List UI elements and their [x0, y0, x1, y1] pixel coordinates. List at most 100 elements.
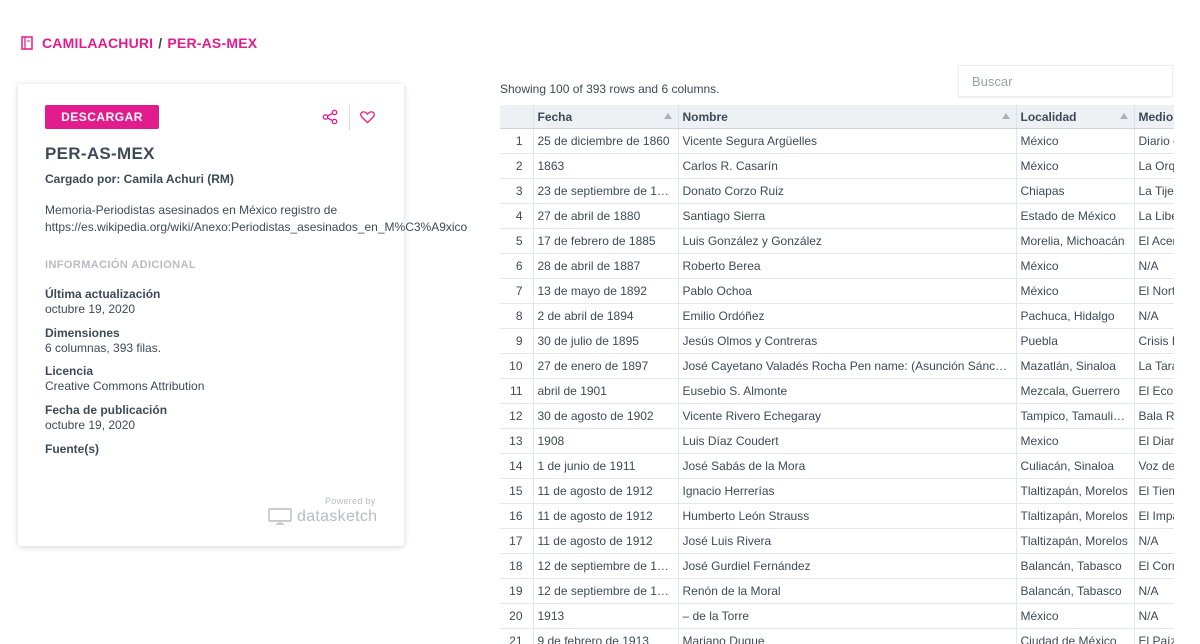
data-table: Fecha Nombre Localidad Medio 1 25 de dici… [500, 105, 1174, 644]
sort-icon[interactable] [663, 113, 672, 119]
cell-medio: La Orqu [1134, 153, 1174, 179]
table-row[interactable]: 17 11 de agosto de 1912 José Luis Rivera Tl… [500, 528, 1174, 554]
cell-fecha: 12 de septiembre de 19... [533, 553, 679, 579]
cell-index: 13 [500, 428, 534, 454]
cell-medio: El Tiem [1134, 478, 1174, 504]
cell-localidad: Estado de México [1016, 203, 1135, 229]
cell-index: 20 [500, 603, 534, 629]
cell-fecha: 11 de agosto de 1912 [533, 503, 679, 529]
table-row[interactable]: 11 abril de 1901 Eusebio S. Almonte Mezcala… [500, 378, 1174, 404]
cell-medio: N/A [1134, 303, 1174, 329]
book-icon [21, 36, 33, 50]
table-row[interactable]: 12 30 de agosto de 1902 Vicente Rivero Ech… [500, 403, 1174, 429]
table-row[interactable]: 18 12 de septiembre de 19... José Gurdiel … [500, 553, 1174, 579]
cell-fecha: 13 de mayo de 1892 [533, 278, 679, 304]
heart-icon[interactable] [360, 110, 375, 124]
cell-localidad: Ciudad de México [1016, 628, 1135, 644]
dataset-link[interactable]: PER-AS-MEX [167, 35, 257, 51]
cell-medio: Bala Ra [1134, 403, 1174, 429]
meta-value: Creative Commons Attribution [45, 379, 205, 393]
cell-fecha: abril de 1901 [533, 378, 679, 404]
cell-index: 19 [500, 578, 534, 604]
cell-fecha: 27 de abril de 1880 [533, 203, 679, 229]
meta-dimensions: Dimensiones 6 columnas, 393 filas. [45, 326, 161, 356]
cell-nombre: José Cayetano Valadés Rocha Pen name: (A… [678, 353, 1017, 379]
cell-medio: El Corr [1134, 553, 1174, 579]
table-row[interactable]: 15 11 de agosto de 1912 Ignacio Herrerías T… [500, 478, 1174, 504]
meta-published: Fecha de publicación octubre 19, 2020 [45, 403, 167, 433]
cell-index: 16 [500, 503, 534, 529]
description-url[interactable]: https://es.wikipedia.org/wiki/Anexo:Peri… [45, 219, 485, 236]
cell-nombre: Luis Díaz Coudert [678, 428, 1017, 454]
cell-nombre: Mariano Duque [678, 628, 1017, 644]
table-row[interactable]: 16 11 de agosto de 1912 Humberto León Stra… [500, 503, 1174, 529]
table-row[interactable]: 21863Carlos R. CasarínMéxicoLa Orqu [500, 153, 1174, 179]
table-row[interactable]: 19 12 de septiembre de 19... Renón de la M… [500, 578, 1174, 604]
cell-localidad: Mezcala, Guerrero [1016, 378, 1135, 404]
table-row[interactable]: 6 28 de abril de 1887 Roberto Berea México N… [500, 253, 1174, 279]
col-header-index [500, 105, 534, 129]
table-row[interactable]: 21 9 de febrero de 1913 Mariano Duque Ciuda… [500, 628, 1174, 644]
cell-medio: El Diari [1134, 428, 1174, 454]
cell-nombre: Renón de la Moral [678, 578, 1017, 604]
download-button[interactable]: DESCARGAR [45, 105, 159, 129]
cell-medio: Voz de [1134, 453, 1174, 479]
cell-index: 14 [500, 453, 534, 479]
cell-localidad: México [1016, 253, 1135, 279]
cell-localidad: Morelia, Michoacán [1016, 228, 1135, 254]
cell-medio: N/A [1134, 578, 1174, 604]
cell-nombre: José Sabás de la Mora [678, 453, 1017, 479]
table-row[interactable]: 13 1908 Luis Díaz Coudert Mexico El Diari [500, 428, 1174, 454]
cell-localidad: Chiapas [1016, 178, 1135, 204]
col-header-fecha[interactable]: Fecha [533, 105, 679, 129]
icon-divider [349, 104, 350, 130]
breadcrumb: CAMILAACHURI / PER-AS-MEX [20, 35, 257, 51]
table-row[interactable]: 7 13 de mayo de 1892 Pablo Ochoa México El N… [500, 278, 1174, 304]
cell-index: 5 [500, 228, 534, 254]
col-header-localidad[interactable]: Localidad [1016, 105, 1135, 129]
cell-nombre: Santiago Sierra [678, 203, 1017, 229]
cell-fecha: 9 de febrero de 1913 [533, 628, 679, 644]
datasketch-logo[interactable]: datasketch [268, 508, 377, 526]
cell-index: 18 [500, 553, 534, 579]
meta-label: Dimensiones [45, 326, 120, 340]
table-row[interactable]: 14 1 de junio de 1911 José Sabás de la Mor… [500, 453, 1174, 479]
meta-label: Fuente(s) [45, 442, 99, 456]
sort-icon[interactable] [1119, 113, 1128, 119]
col-header-nombre[interactable]: Nombre [678, 105, 1017, 129]
col-header-medio[interactable]: Medio [1134, 105, 1174, 129]
table-row[interactable]: 1 25 de diciembre de 1860 Vicente Segura A… [500, 128, 1174, 154]
share-icon[interactable] [322, 109, 338, 125]
table-row[interactable]: 82 de abril de 1894 Emilio Ordóñez Pachuca… [500, 303, 1174, 329]
cell-medio: La Tará [1134, 353, 1174, 379]
cell-medio: Diario d [1134, 128, 1174, 154]
meta-last-updated: Última actualización octubre 19, 2020 [45, 287, 160, 317]
owner-link[interactable]: CAMILAACHURI [42, 35, 153, 51]
cell-localidad: Culiacán, Sinaloa [1016, 453, 1135, 479]
cell-nombre: José Luis Rivera [678, 528, 1017, 554]
search-input[interactable] [958, 65, 1173, 97]
sort-icon[interactable] [1001, 113, 1010, 119]
cell-localidad: Balancán, Tabasco [1016, 578, 1135, 604]
table-header-row: Fecha Nombre Localidad Medio [500, 105, 1174, 129]
cell-localidad: Balancán, Tabasco [1016, 553, 1135, 579]
meta-label: Licencia [45, 364, 94, 378]
cell-localidad: Mexico [1016, 428, 1135, 454]
meta-label: Última actualización [45, 287, 161, 301]
cell-medio: El Paíz [1134, 628, 1174, 644]
table-row[interactable]: 9 30 de julio de 1895 Jesús Olmos y Contre… [500, 328, 1174, 354]
cell-medio: El Eco d [1134, 378, 1174, 404]
table-row[interactable]: 5 17 de febrero de 1885 Luis González y Go… [500, 228, 1174, 254]
cell-fecha: 12 de septiembre de 19... [533, 578, 679, 604]
cell-localidad: México [1016, 153, 1135, 179]
brand-name: datasketch [297, 508, 378, 525]
table-row[interactable]: 20 1913– de la Torre México N/A [500, 603, 1174, 629]
table-row[interactable]: 10 27 de enero de 1897 José Cayetano Valad… [500, 353, 1174, 379]
cell-localidad: México [1016, 128, 1135, 154]
table-row[interactable]: 4 27 de abril de 1880 Santiago Sierra Estad… [500, 203, 1174, 229]
col-header-label: Localidad [1020, 109, 1077, 124]
cell-nombre: Jesús Olmos y Contreras [678, 328, 1017, 354]
uploaded-by: Cargado por: Camila Achuri (RM) [45, 172, 234, 186]
cell-localidad: Mazatlán, Sinaloa [1016, 353, 1135, 379]
table-row[interactable]: 3 23 de septiembre de 18... Donato Corzo R… [500, 178, 1174, 204]
